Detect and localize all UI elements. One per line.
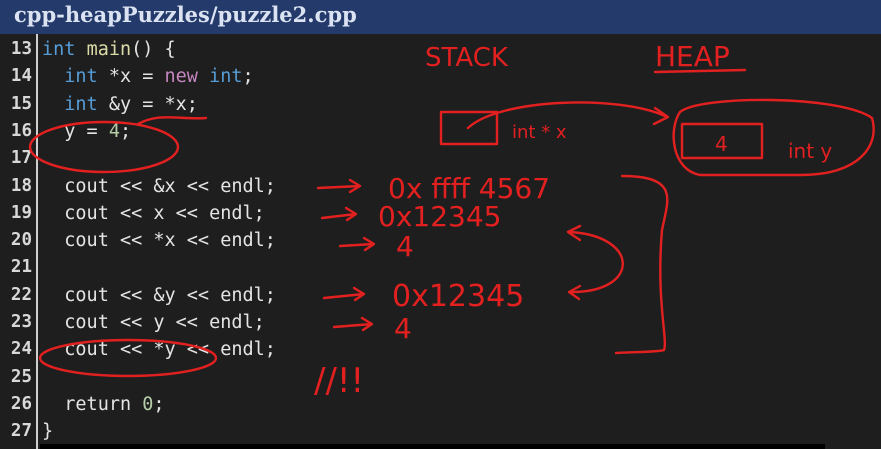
code-text[interactable]: cout << x << endl; <box>42 200 265 227</box>
line-number: 25 <box>10 366 32 387</box>
bottom-bar <box>40 444 825 449</box>
line-number: 20 <box>10 230 32 251</box>
line-number: 13 <box>10 39 32 59</box>
line-number: 17 <box>10 148 32 169</box>
line-number: 19 <box>10 202 32 223</box>
code-token: int <box>42 39 76 60</box>
code-line: 21 <box>0 254 881 281</box>
code-line: 24 cout << *y << endl; <box>0 336 881 363</box>
line-number: 18 <box>10 175 32 196</box>
code-token: main <box>86 39 132 60</box>
code-token: *x = <box>97 66 165 88</box>
code-token: int <box>209 66 243 88</box>
line-number: 26 <box>10 393 32 414</box>
code-token: cout << x << endl; <box>42 202 265 224</box>
code-text[interactable]: } <box>42 418 53 445</box>
code-token: () { <box>131 39 176 60</box>
line-number: 16 <box>10 120 32 141</box>
code-line: 17 <box>0 145 881 172</box>
code-line: 23 cout << y << endl; <box>0 309 881 336</box>
line-number: 24 <box>10 339 32 360</box>
title-bar: cpp-heapPuzzles/puzzle2.cpp <box>0 0 881 34</box>
code-line: 18 cout << &x << endl; <box>0 173 881 200</box>
line-number: 27 <box>10 421 32 442</box>
code-token: new <box>164 66 198 88</box>
code-text[interactable]: cout << &x << endl; <box>42 173 276 200</box>
code-line: 16 y = 4; <box>0 118 881 145</box>
code-token: ; <box>242 66 254 88</box>
code-line: 14 int *x = new int; <box>0 63 881 90</box>
code-token: ; <box>119 120 132 142</box>
code-text[interactable]: return 0; <box>42 391 165 418</box>
line-number: 15 <box>10 93 32 114</box>
code-line: 25 <box>0 364 881 391</box>
code-line: 27} <box>0 418 881 445</box>
line-number: 14 <box>10 66 32 87</box>
code-token: cout << *y << endl; <box>42 339 276 361</box>
code-token: } <box>42 421 54 443</box>
code-text[interactable]: int main() { <box>42 36 176 63</box>
code-token: cout << *x << endl; <box>42 230 276 252</box>
code-line: 22 cout << &y << endl; <box>0 282 881 309</box>
code-token: 0 <box>142 393 154 415</box>
code-token: cout << &x << endl; <box>42 175 276 197</box>
code-text[interactable]: y = 4; <box>42 118 131 145</box>
code-line: 13 int main() { <box>0 36 881 63</box>
code-token: cout << &y << endl; <box>42 284 276 306</box>
line-number: 21 <box>10 257 32 278</box>
code-token: int <box>64 93 98 115</box>
line-number: 22 <box>10 284 32 305</box>
line-number: 23 <box>10 312 32 332</box>
code-line: 26 return 0; <box>0 391 881 418</box>
code-token: &y = *x; <box>97 93 198 115</box>
code-line: 15 int &y = *x; <box>0 91 881 118</box>
code-token: ; <box>153 393 165 415</box>
code-line: 19 cout << x << endl; <box>0 200 881 227</box>
code-token: cout << y << endl; <box>42 312 265 333</box>
code-text[interactable]: int *x = new int; <box>42 63 254 90</box>
code-text[interactable]: cout << *x << endl; <box>42 227 276 254</box>
code-text[interactable]: cout << y << endl; <box>42 309 265 336</box>
code-text[interactable]: cout << &y << endl; <box>42 282 276 309</box>
code-line: 20 cout << *x << endl; <box>0 227 881 254</box>
code-text[interactable]: int &y = *x; <box>42 91 198 118</box>
code-token: y = <box>42 120 109 142</box>
file-title: cpp-heapPuzzles/puzzle2.cpp <box>14 2 357 27</box>
code-text[interactable]: cout << *y << endl; <box>42 336 276 363</box>
code-token: int <box>64 66 98 88</box>
code-token: 4 <box>108 120 120 142</box>
code-token: return <box>42 393 143 415</box>
